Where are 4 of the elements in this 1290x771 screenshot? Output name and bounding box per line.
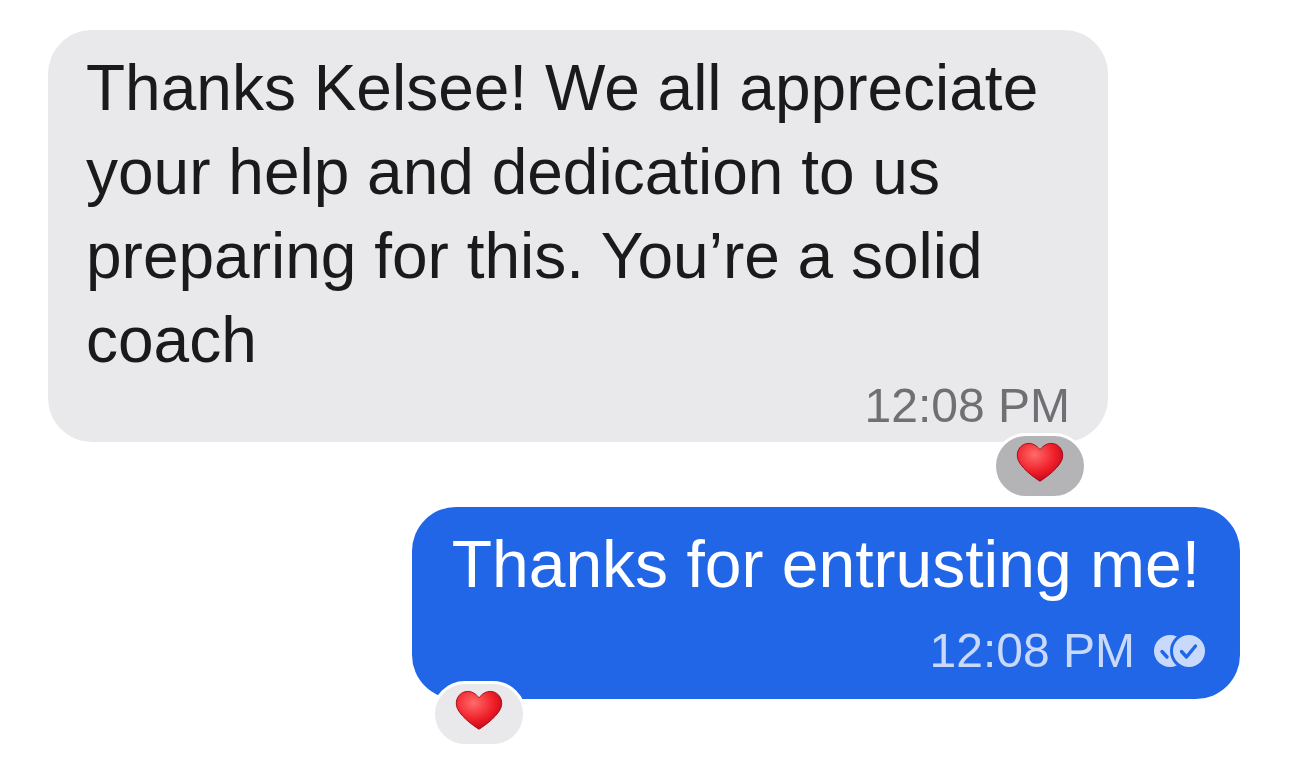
- message-text: Thanks for entrusting me!: [451, 526, 1200, 603]
- message-time: 12:08 PM: [864, 382, 1070, 430]
- message-time: 12:08 PM: [929, 627, 1135, 675]
- message-text: Thanks Kelsee! We all appreciate your help and dedication to us preparing for this. You’re a solid coach: [86, 51, 1040, 378]
